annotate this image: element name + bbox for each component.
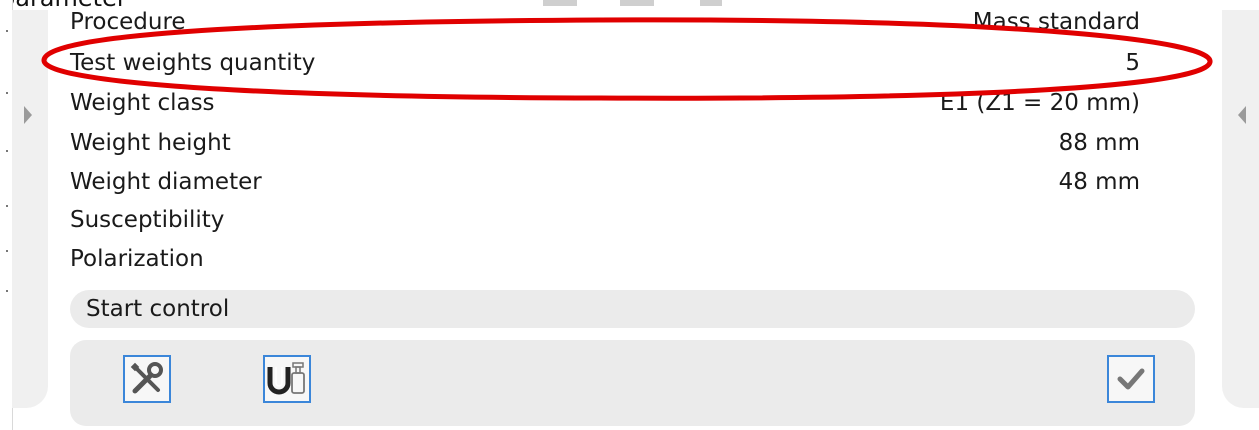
- prev-page-panel[interactable]: [12, 10, 48, 408]
- bottom-toolbar: [70, 340, 1195, 426]
- arrow-left-icon: [1238, 106, 1246, 124]
- param-row-polarization[interactable]: Polarization: [70, 239, 1140, 279]
- tools-icon: [130, 362, 163, 394]
- param-value: 48 mm: [1058, 169, 1140, 195]
- tools-button[interactable]: [123, 355, 171, 403]
- param-label: Test weights quantity: [70, 50, 316, 76]
- param-label: Polarization: [70, 246, 204, 272]
- param-value: 88 mm: [1058, 130, 1140, 156]
- start-control-button[interactable]: Start control: [70, 290, 1195, 328]
- param-row-procedure[interactable]: Procedure Mass standard: [70, 2, 1140, 42]
- magnet-weight-icon: [267, 362, 305, 395]
- param-row-test-weights-quantity[interactable]: Test weights quantity 5: [70, 43, 1140, 83]
- start-control-label: Start control: [86, 296, 230, 322]
- arrow-right-icon: [24, 106, 32, 124]
- param-row-weight-class[interactable]: Weight class E1 (Z1 = 20 mm): [70, 83, 1140, 123]
- param-value: 5: [1125, 50, 1140, 76]
- next-page-panel[interactable]: [1222, 10, 1259, 408]
- param-label: Weight class: [70, 90, 215, 116]
- param-label: Weight height: [70, 130, 231, 156]
- param-row-weight-height[interactable]: Weight height 88 mm: [70, 123, 1140, 163]
- checkmark-icon: [1117, 368, 1145, 390]
- param-row-weight-diameter[interactable]: Weight diameter 48 mm: [70, 162, 1140, 202]
- param-value: E1 (Z1 = 20 mm): [939, 90, 1140, 116]
- param-label: Procedure: [70, 9, 186, 35]
- confirm-button[interactable]: [1107, 355, 1155, 403]
- param-label: Weight diameter: [70, 169, 262, 195]
- param-value: Mass standard: [972, 9, 1140, 35]
- magnet-weight-button[interactable]: [263, 355, 311, 403]
- param-row-susceptibility[interactable]: Susceptibility: [70, 200, 1140, 240]
- param-label: Susceptibility: [70, 207, 225, 233]
